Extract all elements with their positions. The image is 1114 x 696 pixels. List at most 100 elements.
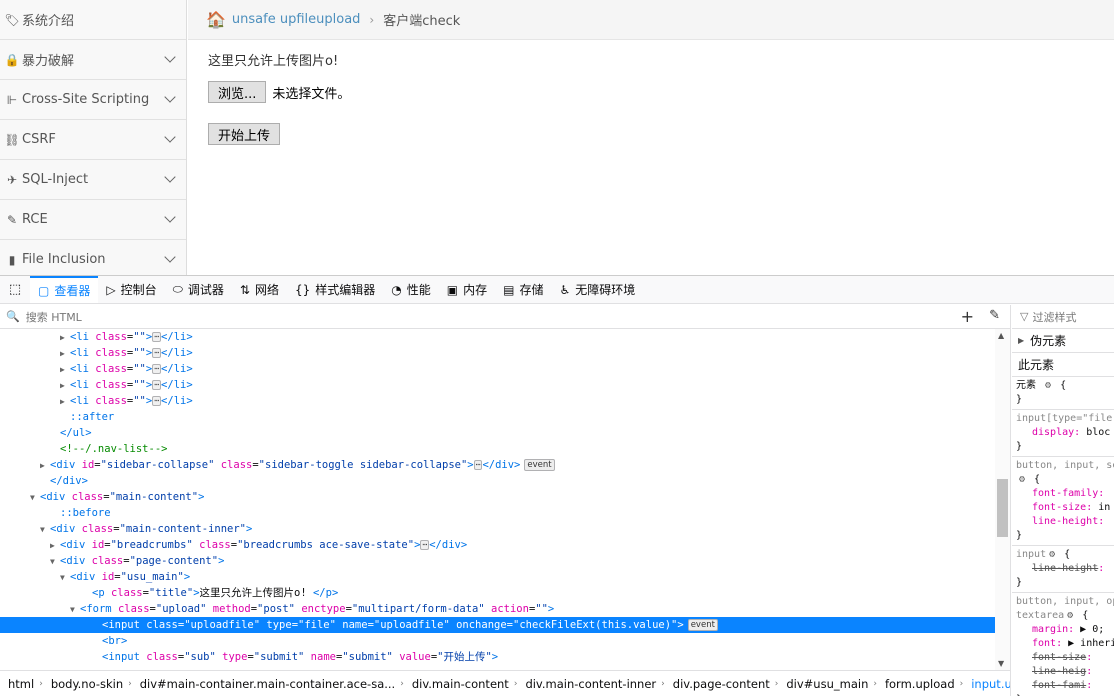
markup-node[interactable]: ▼ <form class="upload" method="post" enct… (0, 601, 995, 617)
expand-twisty-icon[interactable]: ▶ (60, 346, 70, 362)
markup-node[interactable]: ▶ <div id="breadcrumbs" class="breadcrumb… (0, 537, 995, 553)
gear-icon[interactable]: ⚙ (1019, 474, 1025, 485)
scroll-up-icon[interactable]: ▲ (998, 331, 1004, 340)
expand-twisty-icon[interactable]: ▶ (60, 378, 70, 394)
markup-node[interactable]: ▶ <li class=""> ⋯ </li> (0, 377, 995, 393)
markup-node[interactable]: <input class="sub" type="submit" name="s… (0, 649, 995, 665)
node-breadcrumb[interactable]: div.main-content-inner (525, 677, 656, 691)
css-property[interactable]: margin: ▶ 0; (1016, 623, 1110, 637)
markup-node[interactable]: <input class="uploadfile" type="file" na… (0, 617, 995, 633)
gear-icon[interactable]: ⚙ (1045, 380, 1051, 391)
sidebar-item[interactable]: ✈ SQL-Inject (0, 160, 186, 200)
css-property[interactable]: line-height: (1016, 562, 1110, 576)
node-breadcrumb[interactable]: form.upload (885, 677, 955, 691)
devtools-tab[interactable]: ▷ 控制台 (98, 276, 164, 303)
node-breadcrumb[interactable]: div#usu_main (786, 677, 868, 691)
pseudo-elements-toggle[interactable]: ▶ 伪元素 (1012, 329, 1114, 353)
devtools-tab[interactable]: {} 样式编辑器 (287, 276, 383, 303)
devtools-tab[interactable]: ▢ 查看器 (30, 276, 99, 303)
eyedropper-icon[interactable]: ✎ (989, 308, 1000, 323)
css-property[interactable]: display: bloc (1016, 426, 1110, 440)
css-rule[interactable]: input[type="file" {display: bloc} (1012, 410, 1114, 457)
expand-twisty-icon[interactable]: ▶ (60, 330, 70, 346)
markup-node[interactable]: ▼ <div class="main-content-inner"> (0, 521, 995, 537)
node-breadcrumb[interactable]: html (8, 677, 34, 691)
breadcrumb-link[interactable]: unsafe upfileupload (232, 12, 361, 27)
element-rule[interactable]: 元素 ⚙ {} (1012, 377, 1114, 410)
search-input[interactable]: 搜索 HTML (26, 309, 82, 325)
scrollbar[interactable]: ▲ ▼ (995, 329, 1010, 670)
css-property[interactable]: font-size: in (1016, 501, 1110, 515)
expand-twisty-icon[interactable]: ▶ (60, 362, 70, 378)
sidebar-item[interactable]: ✎ RCE (0, 200, 186, 240)
markup-node[interactable]: <br> (0, 633, 995, 649)
sidebar-item[interactable]: ⛓ CSRF (0, 120, 186, 160)
expand-twisty-icon[interactable]: ▼ (50, 554, 60, 570)
sidebar-item[interactable]: 🏷 系统介绍 (0, 0, 186, 40)
html-search[interactable]: 🔍 搜索 HTML + ✎ (0, 305, 1010, 329)
markup-node-content: <p class="title">这里只允许上传图片o! </p> (92, 587, 339, 599)
devtools-tab[interactable]: ⇅ 网络 (232, 276, 287, 303)
sidebar-item-label: File Inclusion (22, 252, 106, 267)
css-property[interactable]: font-family: (1016, 487, 1110, 501)
expand-twisty-icon[interactable]: ▶ (60, 394, 70, 410)
css-rule[interactable]: input ⚙ {line-height: } (1012, 546, 1114, 593)
css-property-name: font-fami (1032, 680, 1087, 691)
devtools-tab[interactable]: ◔ 性能 (383, 276, 439, 303)
css-rule[interactable]: button, input, se ⚙ {font-family: font-si… (1012, 457, 1114, 546)
element-picker-icon[interactable]: ⬚ (0, 276, 30, 303)
css-property[interactable]: line-height: (1016, 515, 1110, 529)
node-breadcrumb[interactable]: div.page-content (673, 677, 770, 691)
expand-twisty-icon[interactable]: ▶ (50, 538, 60, 554)
devtools-tab[interactable]: ⬭ 调试器 (165, 276, 232, 303)
memory-icon: ▣ (446, 282, 459, 297)
scrollbar-thumb[interactable] (997, 479, 1008, 537)
css-property[interactable]: line-heig: (1016, 665, 1110, 679)
sidebar-item[interactable]: 🔒 暴力破解 (0, 40, 186, 80)
markup-node[interactable]: ▶ <li class=""> ⋯ </li> (0, 361, 995, 377)
markup-node[interactable]: </div> (0, 473, 995, 489)
sidebar-item[interactable]: ⊩ Cross-Site Scripting (0, 80, 186, 120)
css-property[interactable]: font-fami: (1016, 679, 1110, 693)
scroll-down-icon[interactable]: ▼ (998, 659, 1004, 668)
markup-node[interactable]: </ul> (0, 425, 995, 441)
rules-filter[interactable]: ▽ 过滤样式 (1012, 305, 1114, 329)
markup-node[interactable]: <p class="title">这里只允许上传图片o! </p> (0, 585, 995, 601)
expand-twisty-icon[interactable]: ▼ (70, 602, 80, 618)
css-property[interactable]: font: ▶ inheri (1016, 637, 1114, 651)
css-property[interactable]: font-size: (1016, 651, 1110, 665)
sidebar-item[interactable]: ▮ File Inclusion (0, 240, 186, 275)
home-icon[interactable]: 🏠 (206, 10, 226, 29)
upload-button[interactable]: 开始上传 (208, 123, 281, 145)
expand-twisty-icon[interactable]: ▼ (40, 522, 50, 538)
expand-twisty-icon[interactable]: ▶ (40, 458, 50, 474)
performance-icon: ◔ (391, 282, 402, 297)
devtools-tab[interactable]: ♿ 无障碍环境 (551, 276, 643, 303)
node-breadcrumb[interactable]: input.uploadfile (971, 677, 1010, 691)
node-breadcrumb[interactable]: div.main-content (412, 677, 509, 691)
css-rule[interactable]: button, input, op textarea ⚙ {margin: ▶ 0;… (1012, 593, 1114, 696)
devtools-tab[interactable]: ▣ 内存 (439, 276, 495, 303)
markup-node[interactable]: ▶ <li class=""> ⋯ </li> (0, 329, 995, 345)
markup-node[interactable]: ▼ <div class="page-content"> (0, 553, 995, 569)
add-node-icon[interactable]: + (961, 307, 974, 326)
markup-tree[interactable]: ▶ <li class=""> ⋯ </li> ▶ <li class=""> ⋯ </li>… (0, 329, 995, 670)
markup-node[interactable]: ▶ <li class=""> ⋯ </li> (0, 345, 995, 361)
file-input[interactable]: 浏览... 未选择文件。 (208, 81, 1094, 103)
browse-button[interactable]: 浏览... (208, 81, 267, 103)
markup-node[interactable]: ▶ <div id="sidebar-collapse" class="sideb… (0, 457, 995, 473)
markup-node[interactable]: ::before (0, 505, 995, 521)
devtools-tab[interactable]: ▤ 存储 (495, 276, 551, 303)
gear-icon[interactable]: ⚙ (1067, 610, 1073, 621)
markup-node[interactable]: ::after (0, 409, 995, 425)
gear-icon[interactable]: ⚙ (1049, 549, 1055, 560)
markup-node[interactable]: ▶ <li class=""> ⋯ </li> (0, 393, 995, 409)
node-breadcrumb[interactable]: body.no-skin (51, 677, 123, 691)
expand-twisty-icon[interactable]: ▼ (60, 570, 70, 586)
rules-filter-input[interactable]: 过滤样式 (1032, 309, 1076, 325)
expand-twisty-icon[interactable]: ▼ (30, 490, 40, 506)
markup-node[interactable]: ▼ <div class="main-content"> (0, 489, 995, 505)
node-breadcrumb[interactable]: div#main-container.main-container.ace-sa… (140, 677, 396, 691)
markup-node[interactable]: <!--/.nav-list--> (0, 441, 995, 457)
markup-node[interactable]: ▼ <div id="usu_main"> (0, 569, 995, 585)
